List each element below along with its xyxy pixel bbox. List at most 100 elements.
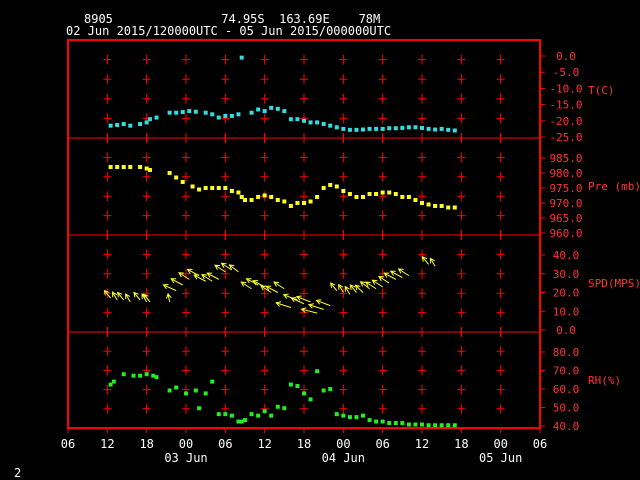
grid-cross [418, 210, 426, 221]
grid-cross [103, 74, 112, 85]
grid-cross [457, 346, 466, 357]
y-tick-label: 985.0 [549, 152, 582, 165]
grid-cross [182, 74, 190, 85]
grid-cross [496, 288, 505, 299]
grid-cross [221, 384, 230, 395]
pressure-point [446, 205, 451, 210]
wind-arrow [383, 272, 397, 280]
grid-cross [103, 113, 112, 124]
rh-point [328, 387, 333, 391]
temp-point [426, 126, 431, 131]
grid-cross [103, 346, 112, 357]
pressure-point [328, 183, 333, 187]
x-tick-label: 12 [415, 437, 429, 451]
grid-cross [339, 307, 348, 318]
wind-arrow [307, 303, 324, 310]
grid-cross [378, 230, 387, 240]
temp-point [400, 125, 405, 130]
grid-cross [221, 152, 230, 163]
grid-cross [496, 249, 505, 260]
grid-cross [103, 54, 112, 65]
x-tick-label: 06 [61, 437, 75, 451]
grid-cross [496, 327, 505, 337]
grid-cross [260, 54, 269, 65]
grid-cross [496, 307, 505, 318]
grid-cross [339, 249, 348, 260]
grid-cross [418, 93, 426, 104]
pressure-point [256, 195, 261, 199]
temp-point [433, 127, 438, 132]
x-tick-label: 00 [336, 437, 350, 451]
grid-cross [339, 403, 348, 414]
wind-arrow [338, 283, 344, 293]
temp-point [239, 55, 244, 60]
pressure-point [174, 175, 179, 180]
temp-point [203, 110, 208, 115]
grid-cross [142, 210, 151, 221]
grid-cross [496, 346, 505, 357]
grid-cross [339, 54, 348, 65]
rh-point [308, 397, 313, 402]
x-tick-label: 12 [257, 437, 271, 451]
grid-cross [457, 93, 466, 104]
temp-point [256, 107, 261, 112]
temp-point [321, 122, 326, 127]
grid-cross [496, 152, 505, 163]
temp-point [269, 105, 274, 110]
temp-point [249, 110, 254, 115]
grid-cross [418, 384, 426, 395]
grid-cross [182, 210, 190, 221]
date-label: 04 Jun [322, 451, 365, 465]
temp-point [308, 120, 313, 125]
rh-point [334, 412, 339, 417]
pressure-point [439, 204, 444, 208]
wind-arrow [429, 257, 436, 267]
grid-cross [300, 93, 308, 104]
temp-point [354, 127, 359, 132]
wind-arrow [133, 291, 141, 301]
grid-cross [103, 133, 112, 143]
grid-cross [418, 191, 426, 202]
pressure-point [197, 187, 202, 192]
temp-point [128, 123, 133, 128]
temp-point [282, 109, 287, 114]
rh-point [131, 373, 136, 378]
grid-cross [221, 230, 230, 240]
grid-cross [142, 403, 151, 414]
temp-point [121, 122, 126, 127]
temp-point [341, 126, 346, 131]
rh-point [243, 418, 247, 423]
rh-point [203, 391, 208, 396]
x-tick-label: 18 [139, 437, 153, 451]
grid-cross [496, 210, 505, 221]
pressure-point [387, 190, 392, 195]
grid-cross [339, 230, 348, 240]
grid-cross [300, 191, 308, 202]
rh-point [433, 423, 438, 428]
grid-cross [260, 152, 269, 163]
wind-arrow [364, 281, 377, 290]
y-tick-label: 40.0 [553, 420, 580, 433]
wind-arrow [228, 264, 239, 273]
panel-label-temp: T(C) [588, 84, 615, 97]
grid-cross [457, 384, 466, 395]
wind-arrow [214, 264, 226, 273]
grid-cross [300, 365, 308, 376]
temp-point [236, 112, 241, 117]
rh-point [426, 423, 431, 428]
grid-cross [378, 327, 387, 337]
pressure-point [180, 180, 185, 184]
grid-cross [142, 384, 151, 395]
rh-point [321, 388, 326, 393]
rh-point [393, 421, 398, 426]
grid-cross [378, 384, 387, 395]
wind-arrow [397, 268, 410, 277]
grid-cross [103, 171, 112, 182]
temp-point [216, 115, 221, 120]
temp-point [315, 120, 320, 125]
temp-point [439, 126, 444, 131]
grid-cross [378, 171, 387, 182]
temp-point [229, 113, 234, 118]
x-tick-label: 06 [533, 437, 547, 451]
grid-cross [457, 74, 466, 85]
